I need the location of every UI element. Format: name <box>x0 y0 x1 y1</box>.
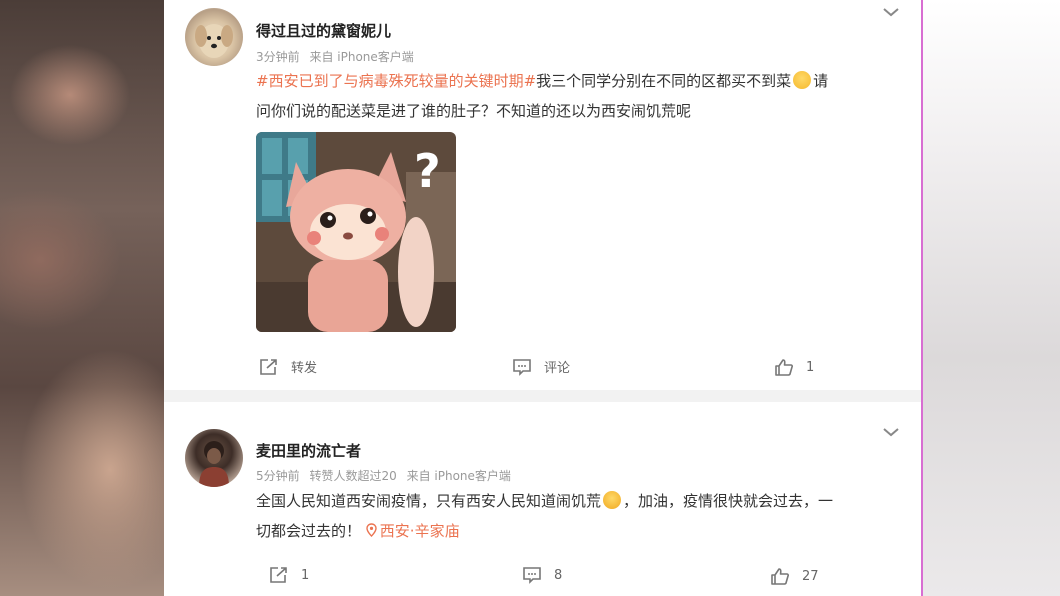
location-label: 西安·辛家庙 <box>379 522 460 540</box>
hashtag-link[interactable]: #西安已到了与病毒殊死较量的关键时期# <box>256 72 536 90</box>
repost-button[interactable]: 转发 <box>259 357 317 376</box>
tears-emoji <box>603 491 622 509</box>
avatar[interactable] <box>185 8 243 66</box>
repost-label: 转发 <box>291 361 318 376</box>
comment-feed: 得过且过的黛窗妮儿 3分钟前 来自 iPhone客户端 #西安已到了与病毒殊死较… <box>164 0 921 596</box>
author-name[interactable]: 得过且过的黛窗妮儿 <box>256 20 391 41</box>
like-count: 27 <box>802 568 819 584</box>
like-button[interactable]: 27 <box>770 567 819 585</box>
reposts-note: 转赞人数超过20 <box>309 469 397 483</box>
post-text-part: ，加油，疫情很快就会过去，一 <box>623 492 834 510</box>
post-meta: 3分钟前 来自 iPhone客户端 <box>256 48 420 65</box>
post-text-part: 全国人民知道西安闹疫情，只有西安人民知道闹饥荒 <box>256 492 602 510</box>
like-count: 1 <box>806 359 815 375</box>
blurred-background-right <box>922 0 1060 596</box>
comment-icon <box>513 358 531 376</box>
post-text-part: 我三个同学分别在不同的区都买不到菜 <box>536 72 792 90</box>
post-text-part: 切都会过去的！ <box>256 522 362 540</box>
grin-emoji <box>793 71 812 89</box>
chevron-down-icon[interactable] <box>882 426 900 438</box>
post-text-part: 请 <box>813 72 829 90</box>
comment-button[interactable]: 8 <box>522 566 562 584</box>
post-time: 3分钟前 <box>256 50 300 64</box>
like-button[interactable]: 1 <box>774 358 814 376</box>
post-image[interactable]: ? <box>256 132 456 332</box>
avatar[interactable] <box>185 429 243 487</box>
post-time: 5分钟前 <box>256 469 300 483</box>
card-separator <box>164 390 921 402</box>
post-text: #西安已到了与病毒殊死较量的关键时期#我三个同学分别在不同的区都买不到菜 请 问你… <box>256 66 896 126</box>
like-icon <box>771 568 789 585</box>
post-card: 得过且过的黛窗妮儿 3分钟前 来自 iPhone客户端 #西安已到了与病毒殊死较… <box>164 0 921 390</box>
post-text: 全国人民知道西安闹疫情，只有西安人民知道闹饥荒 ，加油，疫情很快就会过去，一 切都… <box>256 486 906 546</box>
location-link[interactable]: 西安·辛家庙 <box>366 522 460 540</box>
frame-edge <box>921 0 923 596</box>
author-name[interactable]: 麦田里的流亡者 <box>256 440 361 461</box>
comment-icon <box>523 567 541 584</box>
post-source: 来自 iPhone客户端 <box>309 50 414 64</box>
post-source: 来自 iPhone客户端 <box>406 469 511 483</box>
repost-icon <box>260 358 277 375</box>
post-text-part: 问你们说的配送菜是进了谁的肚子？不知道的还以为西安闹饥荒呢 <box>256 102 692 120</box>
like-icon <box>775 359 793 376</box>
repost-button[interactable]: 1 <box>269 566 309 584</box>
post-meta: 5分钟前 转赞人数超过20 来自 iPhone客户端 <box>256 467 517 484</box>
comment-button[interactable]: 评论 <box>512 357 570 376</box>
repost-count: 1 <box>301 567 310 583</box>
location-pin-icon <box>366 523 377 537</box>
comment-label: 评论 <box>544 361 571 376</box>
question-mark: ? <box>414 144 441 198</box>
comment-count: 8 <box>554 567 563 583</box>
blurred-background-left <box>0 0 164 596</box>
repost-icon <box>270 567 287 583</box>
chevron-down-icon[interactable] <box>882 6 900 18</box>
